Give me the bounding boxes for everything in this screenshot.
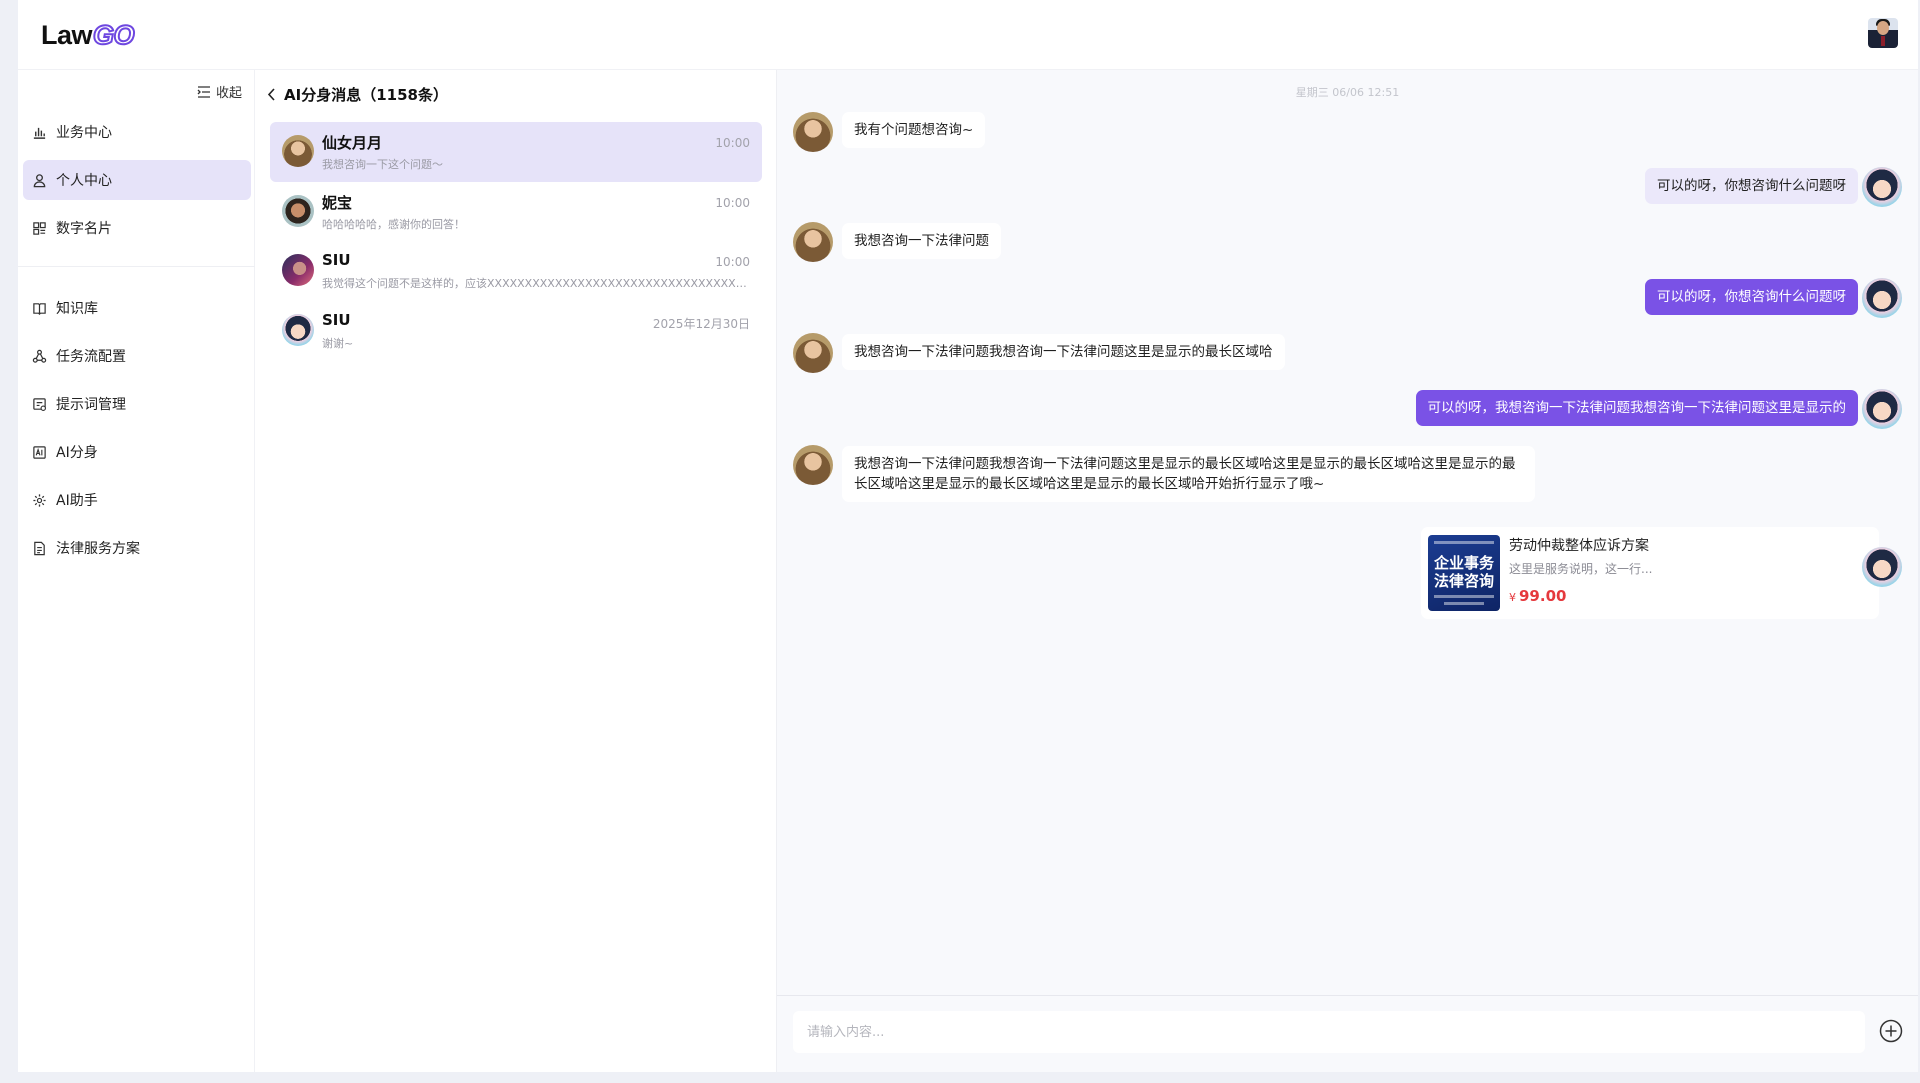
contact-avatar[interactable] — [793, 333, 833, 373]
ai-avatar[interactable] — [1862, 167, 1902, 207]
avatar — [282, 195, 314, 227]
conversation-preview: 我想咨询一下这个问题～ — [322, 158, 443, 171]
sidebar-item-ai-assistant[interactable]: AI助手 — [23, 480, 251, 520]
top-header: LawGO — [18, 0, 1918, 70]
document-icon — [34, 541, 45, 555]
product-price: ¥99.00 — [1509, 587, 1567, 605]
conversation-name: SIU — [322, 311, 351, 329]
conversation-preview: 哈哈哈哈哈，感谢你的回答！ — [322, 218, 465, 231]
sidebar-item-digital-card[interactable]: 数字名片 — [23, 208, 251, 248]
product-title: 劳动仲裁整体应诉方案 — [1509, 538, 1649, 554]
avatar — [282, 254, 314, 286]
book-icon — [33, 302, 46, 315]
message-input[interactable] — [793, 1011, 1865, 1053]
sidebar-item-prompt-management[interactable]: 提示词管理 — [23, 384, 251, 424]
conversation-time: 10:00 — [715, 255, 750, 269]
conversation-time: 2025年12月30日 — [652, 317, 750, 331]
chevron-left-icon — [267, 88, 275, 101]
sidebar-divider — [18, 266, 255, 267]
product-description: 这里是服务说明，这一行... — [1509, 562, 1653, 576]
chart-bar-icon — [33, 127, 46, 139]
contact-avatar[interactable] — [793, 222, 833, 262]
conversation-time: 10:00 — [715, 196, 750, 210]
chat-panel: 星期三 06/06 12:51 我有个问题想咨询~ 可以的呀，你想咨询什么问题呀… — [777, 70, 1918, 1072]
workflow-icon — [32, 349, 47, 363]
incoming-message: 我想咨询一下法律问题我想咨询一下法律问题这里是显示的最长区域哈 — [842, 334, 1285, 370]
outgoing-message: 可以的呀，你想咨询什么问题呀 — [1645, 168, 1858, 204]
conversation-item[interactable]: SIU 我觉得这个问题不是这样的，应该XXXXXXXXXXXXXXXXXXXXX… — [270, 241, 762, 301]
gear-icon — [33, 493, 46, 507]
conversation-item[interactable]: 仙女月月 我想咨询一下这个问题～ 10:00 — [270, 122, 762, 182]
conversation-preview: 谢谢~ — [322, 337, 354, 350]
ai-avatar-icon — [33, 445, 46, 459]
conversation-item[interactable]: 妮宝 哈哈哈哈哈，感谢你的回答！ 10:00 — [270, 182, 762, 242]
avatar — [282, 314, 314, 346]
incoming-message: 我想咨询一下法律问题我想咨询一下法律问题这里是显示的最长区域哈这里是显示的最长区… — [842, 446, 1535, 502]
lawgo-logo[interactable]: LawGO — [41, 19, 136, 51]
sidebar-item-knowledge-base[interactable]: 知识库 — [23, 288, 251, 328]
outgoing-message: 可以的呀，你想咨询什么问题呀 — [1645, 279, 1858, 315]
conversation-name: SIU — [322, 251, 351, 269]
contact-avatar[interactable] — [793, 445, 833, 485]
ai-avatar[interactable] — [1862, 278, 1902, 318]
conversation-list-title: AI分身消息（1158条） — [284, 86, 448, 104]
sidebar: 收起 业务中心 个人中心 数字名片 知识库 任务流配置 提示词管理 AI分身 A… — [18, 70, 255, 1072]
conversation-time: 10:00 — [715, 136, 750, 150]
product-cover-image: 企业事务 法律咨询 — [1428, 535, 1500, 611]
sidebar-item-business-center[interactable]: 业务中心 — [23, 112, 251, 152]
grid-card-icon — [33, 221, 46, 235]
outgoing-message: 可以的呀，我想咨询一下法律问题我想咨询一下法律问题这里是显示的 — [1415, 390, 1858, 426]
conversation-item[interactable]: SIU 谢谢~ 2025年12月30日 — [270, 301, 762, 361]
sidebar-item-personal-center[interactable]: 个人中心 — [23, 160, 251, 200]
add-attachment-icon[interactable] — [1879, 1019, 1903, 1043]
conversation-preview: 我觉得这个问题不是这样的，应该XXXXXXXXXXXXXXXXXXXXXXXXX… — [322, 277, 747, 290]
conversation-name: 仙女月月 — [322, 134, 383, 152]
conversation-name: 妮宝 — [322, 194, 353, 212]
app-window: LawGO 收起 业务中心 个人中心 数字名片 知识库 任务流配置 提示词管理 … — [18, 0, 1918, 1072]
sidebar-item-ai-avatar[interactable]: AI分身 — [23, 432, 251, 472]
incoming-message: 我有个问题想咨询~ — [842, 112, 986, 148]
message-input-area — [777, 995, 1918, 1072]
menu-fold-icon — [197, 85, 210, 98]
incoming-message: 我想咨询一下法律问题 — [842, 223, 1001, 259]
avatar — [282, 135, 314, 167]
user-icon — [33, 173, 46, 187]
sidebar-item-legal-service-plans[interactable]: 法律服务方案 — [23, 528, 251, 568]
conversation-list-panel: AI分身消息（1158条） 仙女月月 我想咨询一下这个问题～ 10:00 妮宝 … — [255, 70, 777, 1072]
product-card[interactable]: 企业事务 法律咨询 劳动仲裁整体应诉方案 这里是服务说明，这一行... ¥99.… — [1421, 527, 1879, 619]
date-separator: 星期三 06/06 12:51 — [1295, 86, 1400, 99]
contact-avatar[interactable] — [793, 112, 833, 152]
sidebar-item-workflow-config[interactable]: 任务流配置 — [23, 336, 251, 376]
user-avatar[interactable] — [1868, 18, 1898, 48]
prompt-icon — [33, 397, 46, 411]
back-button[interactable]: AI分身消息（1158条） — [267, 84, 448, 105]
ai-avatar[interactable] — [1862, 547, 1902, 587]
ai-avatar[interactable] — [1862, 389, 1902, 429]
collapse-button[interactable]: 收起 — [197, 82, 242, 101]
